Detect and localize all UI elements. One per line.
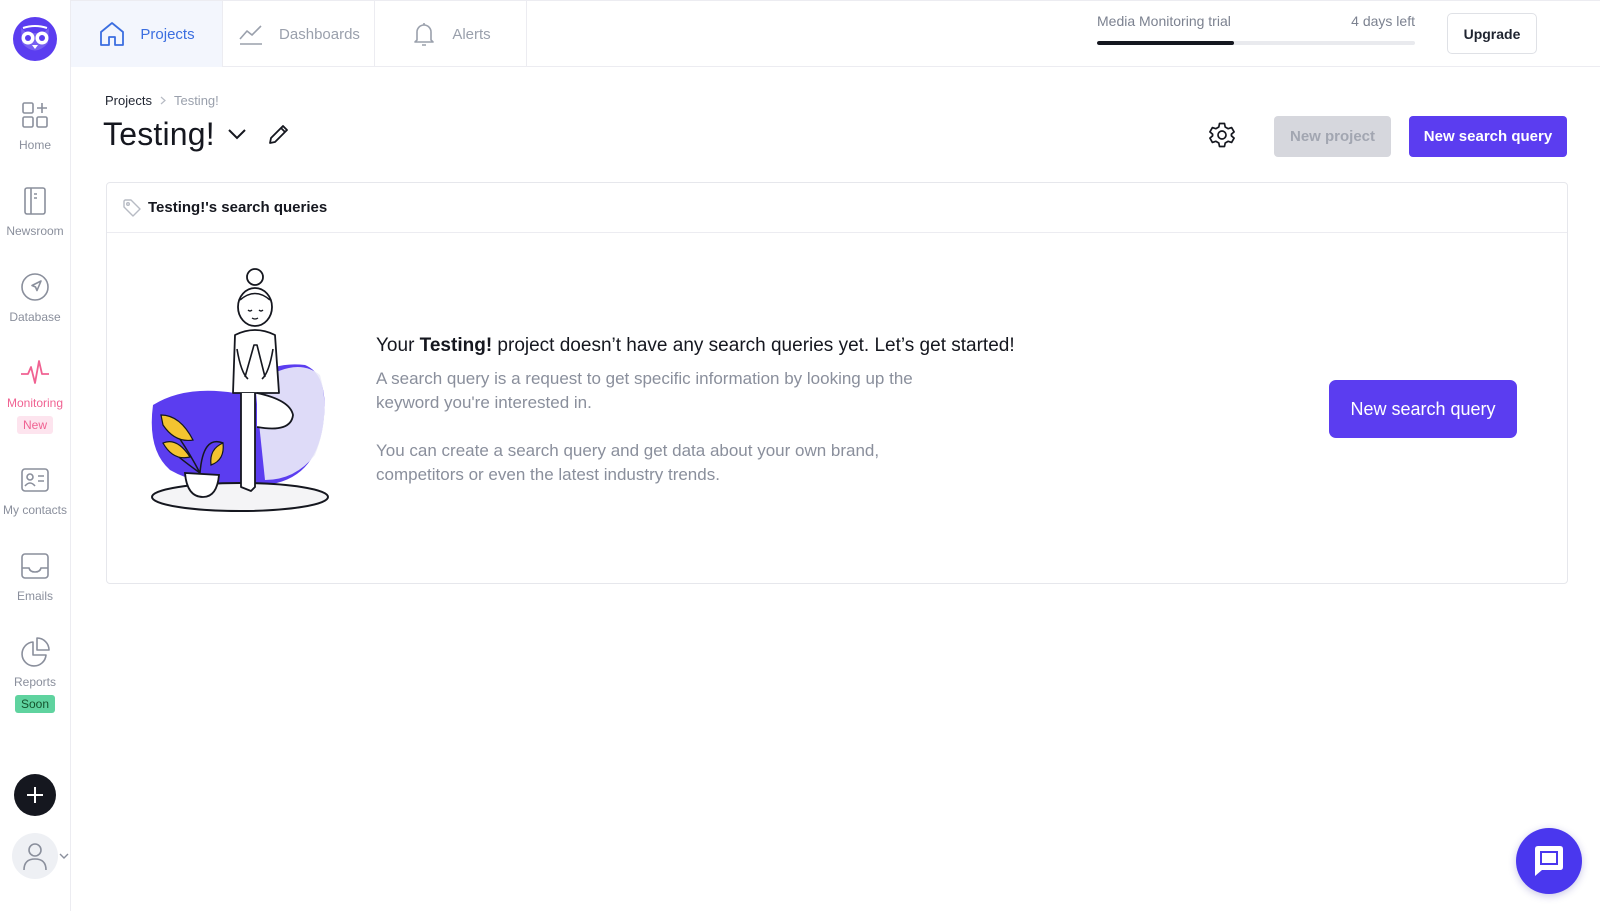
sidebar-item-label: My contacts xyxy=(2,503,68,517)
sidebar-item-label: Newsroom xyxy=(6,224,64,238)
contact-card-icon xyxy=(21,468,49,492)
tag-icon xyxy=(123,198,141,217)
heading-prefix: Your xyxy=(376,335,420,356)
chevron-down-icon[interactable] xyxy=(59,852,69,860)
sidebar-item-label: Database xyxy=(9,310,61,324)
chevron-right-icon xyxy=(160,96,166,105)
upgrade-button[interactable]: Upgrade xyxy=(1447,13,1537,54)
tab-projects[interactable]: Projects xyxy=(71,1,223,67)
tab-label: Alerts xyxy=(452,25,491,43)
owl-logo-icon[interactable] xyxy=(12,16,58,62)
sidebar-item-database[interactable]: Database xyxy=(0,271,70,324)
heading-project-name: Testing! xyxy=(419,335,493,356)
tab-label: Projects xyxy=(140,25,195,43)
yoga-woman-illustration xyxy=(151,268,329,512)
chat-button[interactable] xyxy=(1516,828,1582,894)
tab-label: Dashboards xyxy=(279,25,360,43)
breadcrumb: Projects Testing! xyxy=(105,93,219,108)
sidebar-item-newsroom[interactable]: Newsroom xyxy=(0,185,70,238)
page-title: Testing! xyxy=(103,115,215,152)
breadcrumb-current: Testing! xyxy=(173,93,219,108)
trial-label: Media Monitoring trial xyxy=(1097,13,1231,29)
gear-icon[interactable] xyxy=(1208,121,1236,149)
sidebar: Home Newsroom Database Monitoring New My… xyxy=(0,0,71,911)
new-badge: New xyxy=(16,416,53,434)
chat-bubble-icon xyxy=(1535,846,1563,876)
sidebar-item-monitoring[interactable]: Monitoring New xyxy=(0,357,70,434)
grid-plus-icon xyxy=(22,102,48,128)
empty-state-description-2: You can create a search query and get da… xyxy=(376,441,880,484)
sidebar-item-label: Emails xyxy=(16,589,53,603)
line-chart-icon xyxy=(239,25,263,45)
navigation-icon xyxy=(21,273,49,301)
tab-alerts[interactable]: Alerts xyxy=(375,1,527,67)
sidebar-item-label: Monitoring xyxy=(6,396,64,410)
new-project-button: New project xyxy=(1274,116,1391,157)
avatar[interactable] xyxy=(12,833,58,879)
empty-state-description: A search query is a request to get speci… xyxy=(376,369,913,412)
chevron-down-icon[interactable] xyxy=(227,128,247,140)
inbox-icon xyxy=(21,553,49,579)
card-title: Testing!'s search queries xyxy=(148,199,328,216)
search-queries-card: Testing!'s search queries Your Testing! … xyxy=(106,182,1568,584)
pie-chart-icon xyxy=(21,637,50,667)
bell-icon xyxy=(414,23,435,46)
add-button[interactable] xyxy=(14,774,56,816)
plus-icon xyxy=(27,787,43,803)
sidebar-item-emails[interactable]: Emails xyxy=(0,550,70,603)
new-search-query-button[interactable]: New search query xyxy=(1409,116,1567,157)
trial-remaining: 4 days left xyxy=(1351,13,1415,29)
sidebar-item-label: Home xyxy=(18,138,51,152)
empty-state-text: Your Testing! project doesn’t have any s… xyxy=(376,333,1076,487)
breadcrumb-projects[interactable]: Projects xyxy=(105,93,152,108)
trial-progress-fill xyxy=(1097,41,1234,45)
newsroom-icon xyxy=(24,187,46,215)
sidebar-item-reports[interactable]: Reports Soon xyxy=(0,636,70,713)
card-header: Testing!'s search queries xyxy=(107,183,1567,233)
trial-progress-bar xyxy=(1097,41,1415,45)
sidebar-item-my-contacts[interactable]: My contacts xyxy=(0,464,70,517)
empty-state-heading: Your Testing! project doesn’t have any s… xyxy=(376,333,1076,359)
pulse-icon xyxy=(21,360,49,384)
home-icon xyxy=(100,22,125,46)
user-icon xyxy=(23,843,47,871)
trial-status: Media Monitoring trial 4 days left xyxy=(1097,13,1415,45)
heading-suffix: project doesn’t have any search queries … xyxy=(492,335,1015,356)
tab-dashboards[interactable]: Dashboards xyxy=(223,1,375,67)
sidebar-item-home[interactable]: Home xyxy=(0,99,70,152)
soon-badge: Soon xyxy=(14,695,56,713)
page-title-row: Testing! xyxy=(103,112,291,156)
sidebar-item-label: Reports xyxy=(13,675,57,689)
pencil-icon[interactable] xyxy=(267,122,291,146)
top-bar: Projects Dashboards Alerts Media Monitor… xyxy=(71,0,1600,67)
new-search-query-button-large[interactable]: New search query xyxy=(1329,380,1517,438)
